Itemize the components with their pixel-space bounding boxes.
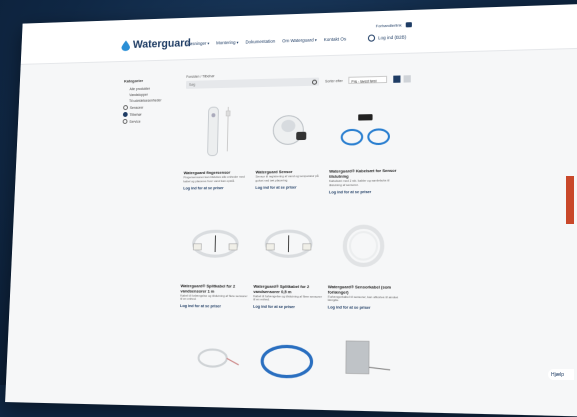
product-image-cable-kit[interactable]	[329, 92, 399, 165]
product-title[interactable]: Waterguard® Splitkabel for 2 vandsensore…	[253, 283, 323, 294]
sidebar-item-accessories[interactable]: Tilbehør	[123, 111, 181, 117]
help-chat-button[interactable]: Hjælp	[548, 369, 574, 380]
sort-select[interactable]: Pris - lavest først	[348, 76, 387, 84]
login-for-price-link[interactable]: Log ind for at se priser	[328, 305, 399, 310]
main-nav: Løsninger▾ Montering▾ Dokumentation Om W…	[187, 36, 346, 46]
sidebar-item-all[interactable]: Alle produkter	[124, 86, 181, 91]
product-card[interactable]: Waterguard® Splitkabel for 2 vandsensore…	[180, 207, 250, 309]
user-icon	[368, 34, 375, 41]
sidebar-item-sensors[interactable]: Sensorer	[123, 104, 181, 110]
nav-item-docs[interactable]: Dokumentation	[245, 39, 275, 45]
product-card[interactable]: Waterguard fingersensor Fingersensoren k…	[183, 95, 252, 195]
product-description: Fingersensoren kan tilsluttes alle enhed…	[183, 176, 250, 184]
brand-name: Waterguard	[133, 37, 191, 51]
list-view-icon[interactable]	[404, 75, 411, 82]
product-description: Kabel til forlængelse og tilslutning af …	[180, 294, 248, 303]
product-image-split-cable-1[interactable]	[181, 207, 250, 280]
product-card[interactable]	[251, 322, 322, 398]
login-for-price-link[interactable]: Log ind for at se priser	[183, 185, 250, 190]
product-card[interactable]	[178, 321, 248, 397]
product-image-box-module[interactable]	[327, 323, 399, 400]
product-card[interactable]: Waterguard® Sensorkabel (som forlænger) …	[328, 206, 399, 310]
product-image-split-cable-2[interactable]	[254, 207, 324, 281]
sidebar-item-waterstop[interactable]: Vandstopper	[124, 92, 181, 97]
login-for-price-link[interactable]: Log ind for at se priser	[253, 305, 323, 310]
grid-view-icon[interactable]	[393, 75, 400, 82]
product-image-blue-cable[interactable]	[251, 322, 322, 398]
product-card[interactable]: Waterguard Sensor Sensor til registrerin…	[255, 94, 325, 195]
product-image-wire-coil[interactable]	[178, 321, 248, 397]
brand-logo[interactable]: Waterguard	[121, 37, 191, 51]
product-card[interactable]: Waterguard® Splitkabel for 2 vandsensore…	[253, 207, 324, 310]
chevron-down-icon: ▾	[315, 37, 317, 42]
radio-icon	[123, 119, 128, 124]
radio-icon	[123, 105, 128, 110]
dealer-link[interactable]: Forhandlerlink	[376, 22, 402, 28]
product-description: Kabel til forlængelse og tilslutning af …	[253, 295, 323, 304]
product-title[interactable]: Waterguard® Kabelsæt for Sensor tilslutn…	[329, 168, 399, 179]
utility-links: Forhandlerlink	[376, 22, 412, 28]
category-sidebar: Kategorier Alle produkter Vandstopper Ti…	[123, 77, 182, 126]
sidebar-heading: Kategorier	[124, 77, 181, 83]
login-for-price-link[interactable]: Log ind for at se priser	[329, 189, 399, 194]
search-icon[interactable]	[312, 79, 317, 84]
water-drop-icon	[121, 40, 130, 51]
login-for-price-link[interactable]: Log ind for at se priser	[180, 304, 248, 309]
nav-item-solutions[interactable]: Løsninger▾	[187, 41, 209, 47]
product-title[interactable]: Waterguard® Splitkabel for 2 vandsensore…	[180, 283, 248, 294]
product-card[interactable]	[327, 323, 399, 400]
search-input[interactable]: Søg	[186, 78, 319, 89]
product-title[interactable]: Waterguard® Sensorkabel (som forlænger)	[328, 283, 399, 294]
chevron-down-icon: ▾	[237, 40, 239, 45]
login-link[interactable]: Log ind (B2B)	[368, 33, 406, 41]
product-image-round-sensor[interactable]	[256, 94, 325, 167]
radio-selected-icon	[123, 112, 128, 117]
search-placeholder: Søg	[189, 83, 195, 87]
breadcrumb[interactable]: Forsiden / Tilbehør	[186, 74, 214, 79]
browser-screen: Waterguard Løsninger▾ Montering▾ Dokumen…	[5, 4, 577, 417]
nav-item-contact[interactable]: Kontakt Os	[324, 36, 346, 42]
product-image-sensor-cable[interactable]	[328, 206, 399, 281]
side-feedback-tab[interactable]	[566, 176, 574, 224]
cart-icon[interactable]	[406, 22, 412, 27]
product-grid: Waterguard fingersensor Fingersensoren k…	[178, 92, 400, 400]
login-label: Log ind (B2B)	[378, 34, 406, 40]
product-image-finger-sensor[interactable]	[184, 95, 252, 167]
nav-item-about[interactable]: Om Waterguard▾	[282, 37, 317, 43]
sort-label: Sorter efter	[325, 79, 343, 84]
sidebar-item-extensions[interactable]: Til udvidelsesenheder	[123, 98, 181, 103]
nav-item-installation[interactable]: Montering▾	[216, 40, 239, 46]
product-description: Forlængerkabel til sensorer, kan afkorte…	[328, 295, 399, 304]
product-description: Kabelsæt med 2 stk. kabler og samleboks …	[329, 179, 399, 188]
chevron-down-icon: ▾	[207, 41, 209, 46]
login-for-price-link[interactable]: Log ind for at se priser	[255, 185, 324, 190]
product-description: Sensor til registrering af vand og tempe…	[255, 175, 324, 184]
product-card[interactable]: Waterguard® Kabelsæt for Sensor tilslutn…	[329, 92, 399, 194]
sidebar-item-service[interactable]: Service	[123, 118, 181, 124]
